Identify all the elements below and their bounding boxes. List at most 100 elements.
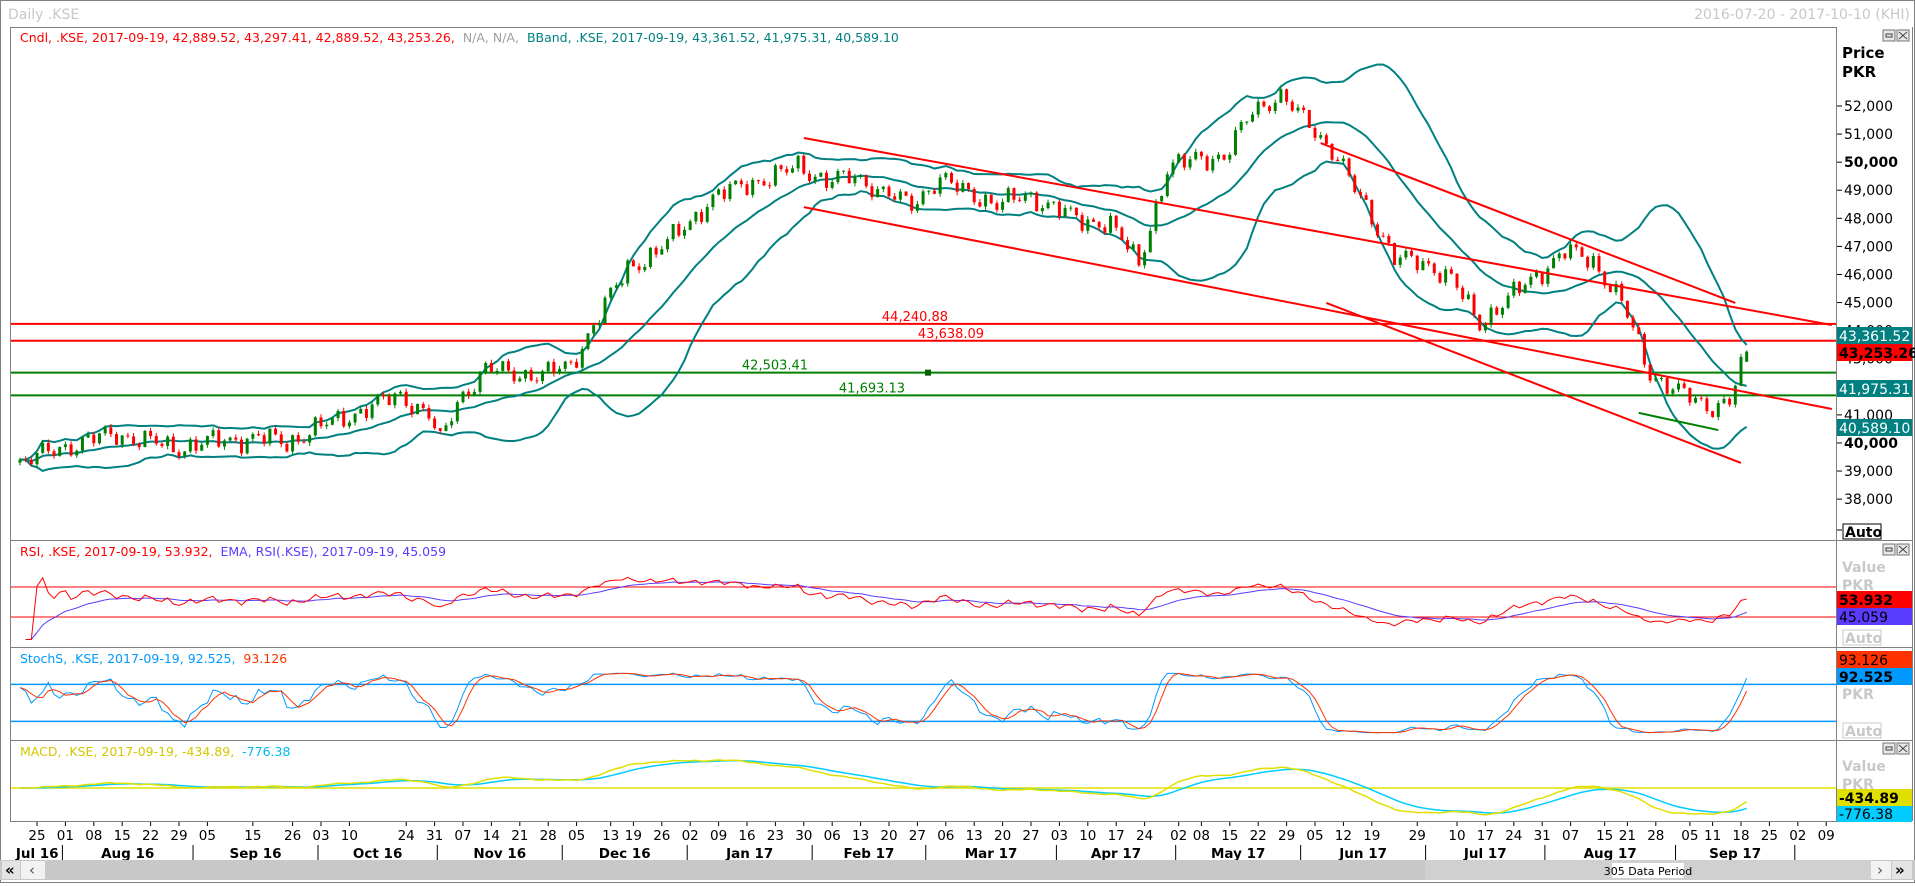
auto-label: Auto xyxy=(1845,631,1882,647)
horizontal-level-label: 41,693.13 xyxy=(839,381,905,396)
candle-body xyxy=(614,285,618,288)
candle-body xyxy=(609,287,613,298)
candle-body xyxy=(1251,114,1255,122)
candle-body xyxy=(665,239,669,250)
auto-scale-button[interactable]: Auto xyxy=(1842,523,1882,541)
candle-body xyxy=(222,440,226,447)
price-tick-label: 40,000 xyxy=(1844,436,1898,452)
candle xyxy=(751,177,755,198)
candle-body xyxy=(819,172,823,177)
date-tick-label: 19 xyxy=(625,828,642,844)
candle-body xyxy=(671,223,675,240)
candle-body xyxy=(1228,154,1232,160)
candle-body xyxy=(989,194,993,204)
candle xyxy=(1745,350,1749,362)
candle-body xyxy=(495,370,499,372)
candle-body xyxy=(109,427,113,435)
plot-area[interactable] xyxy=(10,27,1837,822)
candle-body xyxy=(1517,281,1521,294)
date-tick-label: 26 xyxy=(284,828,301,844)
candle-body xyxy=(438,428,442,431)
candle-body xyxy=(336,410,340,418)
candle-body xyxy=(427,408,431,419)
rsi-auto-button[interactable]: Auto xyxy=(1842,629,1882,647)
restore-pane-button[interactable] xyxy=(1882,29,1896,42)
candle-body xyxy=(1216,154,1220,159)
candle xyxy=(1347,157,1351,178)
stoch-auto-button[interactable]: Auto xyxy=(1842,722,1882,740)
candle-body xyxy=(1506,295,1510,308)
candle-body xyxy=(859,175,863,178)
ema-legend-text: EMA, RSI(.KSE), 2017-09-19, 45.059 xyxy=(221,544,447,559)
candle xyxy=(626,259,630,287)
candle-body xyxy=(251,434,255,439)
candle-body xyxy=(1552,258,1556,269)
candle-body xyxy=(1711,411,1715,417)
rsi-legend-text: RSI, .KSE, 2017-09-19, 53.932, xyxy=(20,544,213,559)
candle xyxy=(1205,154,1209,172)
rsi-axis-title: Value xyxy=(1842,560,1886,576)
close-pane-button[interactable] xyxy=(1896,543,1910,556)
candle-body xyxy=(69,444,73,456)
date-tick-label: 02 xyxy=(1170,828,1187,844)
signal-legend-text: -776.38 xyxy=(242,744,290,759)
scroll-last-button[interactable]: » xyxy=(1892,861,1912,879)
stoch-legend: StochS, .KSE, 2017-09-19, 92.525, 93.126 xyxy=(20,651,287,666)
candle-body xyxy=(904,191,908,196)
scroll-first-button[interactable]: « xyxy=(2,861,20,879)
signal-value-box: -776.38 xyxy=(1837,806,1912,823)
candle-body xyxy=(291,435,295,452)
date-tick-label: 20 xyxy=(880,828,897,844)
candle-body xyxy=(728,184,732,199)
candle-body xyxy=(1131,244,1135,250)
candle-body xyxy=(1319,135,1323,138)
stoch-k-value-box: 92.525 xyxy=(1837,668,1912,686)
candle-body xyxy=(1188,159,1192,168)
candle xyxy=(1165,171,1169,198)
candle-body xyxy=(1245,121,1249,123)
candle-body xyxy=(1160,195,1164,202)
candle-body xyxy=(1540,272,1544,284)
candle-body xyxy=(166,436,170,446)
date-tick-label: 05 xyxy=(568,828,585,844)
candle-body xyxy=(541,371,545,382)
date-tick-label: 08 xyxy=(85,828,102,844)
candle xyxy=(1035,191,1039,212)
candle-body xyxy=(1069,207,1073,209)
restore-pane-button[interactable] xyxy=(1882,742,1896,755)
close-pane-button[interactable] xyxy=(1896,742,1910,755)
scrollbar[interactable]: « ‹ › » 305 Data Period xyxy=(0,860,1915,880)
date-tick-label: 06 xyxy=(937,828,954,844)
candle-body xyxy=(1557,253,1561,259)
horizontal-level-label: 43,638.09 xyxy=(918,327,984,342)
rsi-value: 53.932 xyxy=(1839,593,1893,609)
scroll-prev-button[interactable]: ‹ xyxy=(21,861,45,879)
candle xyxy=(864,174,868,189)
price-axis-unit: PKR xyxy=(1842,63,1877,81)
candle-body xyxy=(1444,269,1448,283)
candle-body xyxy=(132,436,136,444)
scroll-next-button[interactable]: › xyxy=(1871,861,1891,879)
candle-body xyxy=(955,182,959,192)
candle-body xyxy=(1086,219,1090,231)
date-tick-label: 31 xyxy=(1534,828,1551,844)
macd-axis-title: Value xyxy=(1842,759,1886,775)
candle-body xyxy=(41,442,45,453)
stoch-d-value-box: 93.126 xyxy=(1837,651,1912,669)
candle-body xyxy=(1302,107,1306,110)
close-pane-button[interactable] xyxy=(1896,29,1910,42)
candle-body xyxy=(1421,261,1425,271)
candle xyxy=(773,163,777,187)
candle-body xyxy=(961,183,965,192)
date-tick-label: 02 xyxy=(1789,828,1806,844)
date-tick-label: 28 xyxy=(540,828,557,844)
candle-body xyxy=(1285,89,1289,102)
date-tick-label: 25 xyxy=(1761,828,1778,844)
restore-pane-button[interactable] xyxy=(1882,543,1896,556)
month-label: Sep 17 xyxy=(1709,846,1761,862)
candle-body xyxy=(1137,244,1141,266)
candle-body xyxy=(171,436,175,453)
candle xyxy=(972,187,976,205)
candle-body xyxy=(1307,109,1311,128)
bb-mid-value: 41,975.31 xyxy=(1839,382,1910,398)
